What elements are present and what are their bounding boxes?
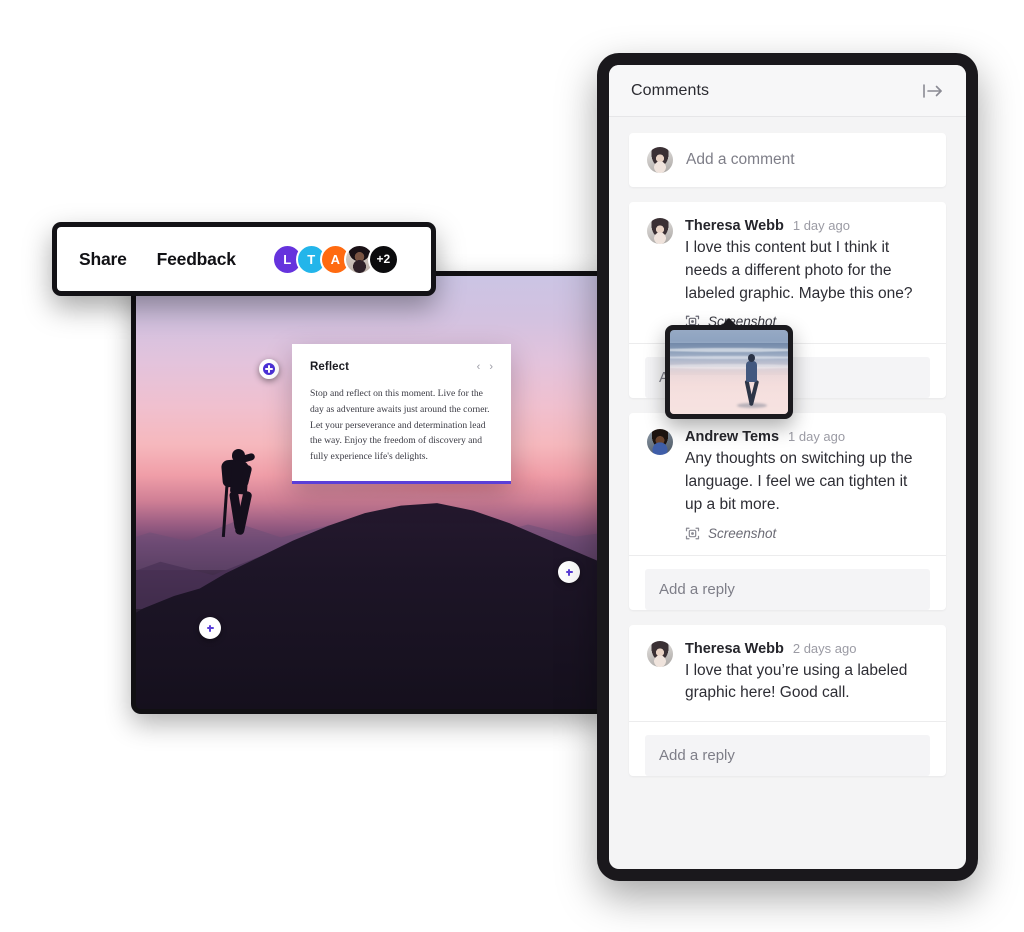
comment-item: Andrew Tems 1 day ago Any thoughts on sw…	[629, 413, 946, 554]
comment-timestamp: 1 day ago	[788, 429, 846, 445]
comment-timestamp: 2 days ago	[792, 640, 857, 656]
share-toolbar: Share Feedback L T A +2	[57, 227, 431, 291]
comments-panel-header: Comments	[609, 65, 966, 117]
comment-text: I love this content but I think it needs…	[685, 239, 913, 302]
avatar-overflow-count[interactable]: +2	[367, 243, 399, 275]
hiker-silhouette	[216, 449, 260, 553]
reflect-card-nav: ‹ ›	[477, 361, 493, 373]
collapse-panel-icon[interactable]	[922, 83, 944, 99]
reflect-card-body: Stop and reflect on this moment. Live fo…	[310, 388, 490, 463]
toolbar-frame: Share Feedback L T A +2	[52, 222, 436, 296]
avatar	[647, 640, 673, 667]
comments-list: Add a comment Theresa Webb 1 day ago I l…	[609, 117, 966, 869]
comments-panel: Comments Add a comment Theresa Webb 1 da…	[609, 65, 966, 869]
divider	[629, 721, 946, 723]
hero-photo	[136, 276, 605, 709]
hotspot-marker[interactable]	[558, 561, 580, 583]
comment-author: Theresa Webb	[685, 640, 784, 657]
comment-author: Andrew Tems	[685, 429, 780, 446]
add-reply-placeholder: Add a reply	[659, 580, 735, 598]
comment-timestamp: 1 day ago	[792, 218, 850, 233]
feedback-button[interactable]: Feedback	[157, 249, 236, 270]
comment-thread: Andrew Tems 1 day ago Any thoughts on sw…	[629, 413, 946, 610]
image-canvas-frame	[131, 271, 610, 714]
avatar	[647, 147, 673, 173]
add-comment-input[interactable]: Add a comment	[629, 133, 946, 187]
comments-panel-frame: Comments Add a comment Theresa Webb 1 da…	[597, 53, 978, 881]
avatar	[647, 218, 673, 244]
screenshot-attachment-link[interactable]: Screenshot	[685, 526, 776, 541]
add-reply-input[interactable]: Add a reply	[645, 568, 930, 610]
add-reply-placeholder: Add a reply	[659, 747, 735, 765]
share-button[interactable]: Share	[79, 249, 127, 270]
avatar	[647, 429, 673, 456]
reflect-card-title: Reflect	[310, 361, 350, 373]
beach-photo-preview	[670, 330, 788, 414]
comment-item: Theresa Webb 1 day ago I love this conte…	[629, 202, 946, 343]
comment-text: Any thoughts on switching up the languag…	[685, 450, 913, 513]
comment-text: I love that you’re using a labeled graph…	[685, 661, 908, 702]
add-reply-input[interactable]: Add a reply	[645, 735, 930, 777]
walking-person-silhouette	[737, 353, 768, 408]
reflect-card: Reflect ‹ › Stop and reflect on this mom…	[292, 344, 511, 485]
screenshot-icon	[685, 527, 700, 540]
comment-item: Theresa Webb 2 days ago I love that you’…	[629, 625, 946, 722]
chevron-right-icon[interactable]: ›	[489, 361, 493, 373]
collaborator-avatar-stack: L T A +2	[271, 243, 399, 275]
screenshot-attachment-label: Screenshot	[708, 525, 777, 541]
screenshot-preview-tooltip	[665, 325, 793, 419]
comment-author: Theresa Webb	[685, 218, 784, 234]
comment-composer-card: Add a comment	[629, 133, 946, 187]
add-comment-placeholder: Add a comment	[686, 151, 795, 168]
hotspot-marker-active[interactable]	[259, 359, 279, 379]
hotspot-marker[interactable]	[199, 617, 221, 639]
page-title: Comments	[631, 81, 710, 99]
reflect-card-header: Reflect ‹ ›	[310, 361, 493, 373]
comment-thread: Theresa Webb 2 days ago I love that you’…	[629, 624, 946, 777]
screenshot-root: Reflect ‹ › Stop and reflect on this mom…	[0, 0, 1024, 932]
divider	[629, 554, 946, 556]
chevron-left-icon[interactable]: ‹	[477, 361, 481, 373]
